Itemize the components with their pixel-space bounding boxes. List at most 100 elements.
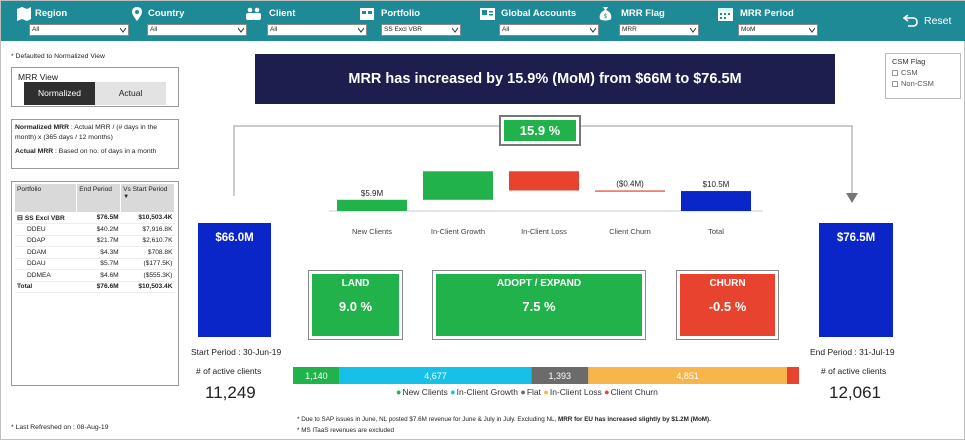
filter-portfolio-label: Portfolio: [381, 8, 421, 19]
table-cell-vs: $2,610.7K: [120, 235, 175, 247]
legend-item: ●Client Churn: [604, 387, 658, 397]
stack-segment[interactable]: [787, 367, 799, 384]
collapse-icon[interactable]: ⊟: [17, 215, 23, 222]
waterfall-value-label: $10.5M: [703, 180, 730, 189]
row-name: SS Excl VBR: [24, 214, 65, 222]
kpi-adopt-value: 7.5 %: [522, 299, 556, 314]
table-row[interactable]: DDMEA $4.6M ($555.3K): [15, 269, 175, 282]
waterfall-bar[interactable]: [595, 190, 665, 192]
csm-option-label: CSM: [901, 68, 918, 77]
waterfall-bar[interactable]: [337, 199, 407, 211]
waterfall-chart: $5.9MNew Clients$15.0MIn-Client Growth($…: [337, 169, 751, 236]
waterfall-bar[interactable]: [681, 191, 751, 211]
end-clients-label: # of active clients: [821, 366, 887, 376]
kpi-churn-fill: CHURN -0.5 %: [680, 274, 775, 336]
waterfall-value-label: $5.9M: [361, 189, 384, 198]
dashboard: Region All Country All Client All Portfo…: [0, 0, 965, 440]
definition-actual-text: : Based on no. of days in a month: [53, 148, 157, 155]
default-view-note: * Defaulted to Normalized View: [11, 53, 105, 60]
non-csm-option[interactable]: Non-CSM: [892, 79, 954, 88]
stack-segment-label: 1,140: [305, 371, 328, 381]
mrr-view-panel: MRR View Normalized Actual: [11, 67, 179, 107]
chevron-down-icon: [358, 27, 364, 33]
csm-flag-title: CSM Flag: [892, 57, 926, 66]
kpi-churn-title: CHURN: [709, 278, 746, 289]
waterfall-category-label: Client Churn: [609, 227, 651, 236]
footnote-sap-text: * Due to SAP issues in June, NL posted $…: [297, 416, 558, 423]
toggle-normalized[interactable]: Normalized: [24, 82, 95, 105]
col-header-end-period[interactable]: End Period: [76, 184, 122, 212]
table-row[interactable]: DDAM $4.3M $708.8K: [15, 246, 175, 259]
waterfall-bar[interactable]: [423, 171, 493, 200]
col-header-vs-start[interactable]: Vs Start Period ▼: [120, 184, 175, 212]
checkbox-icon: [892, 70, 898, 76]
end-mrr-bar: $76.5M: [819, 223, 893, 337]
filter-mrr-flag-value: MRR: [622, 26, 637, 33]
table-cell-vs: $10,503.4K: [120, 212, 175, 224]
col-header-portfolio[interactable]: Portfolio: [15, 184, 78, 212]
kpi-churn: CHURN -0.5 %: [676, 270, 779, 340]
client-legend: ●New Clients ●In-Client Growth ●Flat ●In…: [396, 387, 658, 397]
stack-segment-label: 4,677: [424, 371, 447, 381]
filter-region-select[interactable]: All: [29, 24, 129, 36]
footnote-itaas: * MS ITaaS revenues are excluded: [297, 427, 394, 434]
chevron-down-icon: [809, 27, 815, 33]
checkbox-icon: [892, 81, 898, 87]
table-cell-vs: ($177.5K): [120, 258, 175, 270]
mrr-view-title: MRR View: [18, 72, 58, 82]
legend-label: Client Churn: [610, 387, 658, 397]
toggle-actual[interactable]: Actual: [95, 82, 166, 105]
filter-mrr-flag-select[interactable]: MRR: [619, 24, 699, 36]
waterfall-category-label: New Clients: [352, 227, 392, 236]
kpi-adopt-fill: ADOPT / EXPAND 7.5 %: [436, 274, 642, 336]
legend-item: ●Flat: [520, 387, 541, 397]
legend-label: In-Client Growth: [456, 387, 519, 397]
portfolio-table: Portfolio End Period Vs Start Period ▼ ⊟ S…: [15, 184, 175, 293]
csm-option[interactable]: CSM: [892, 68, 954, 77]
filter-country-select[interactable]: All: [147, 24, 247, 36]
table-cell-end: $40.2M: [76, 223, 121, 236]
table-cell-end: $4.3M: [76, 246, 121, 259]
table-cell-end: $21.7M: [76, 235, 121, 247]
filter-client-label: Client: [269, 8, 296, 19]
table-cell-end: $5.7M: [76, 258, 121, 270]
arrow-down-icon: [846, 193, 858, 203]
table-cell-end: $4.6M: [76, 269, 121, 282]
filter-client-value: All: [270, 26, 278, 33]
kpi-churn-value: -0.5 %: [708, 299, 747, 314]
reset-icon: [903, 14, 918, 27]
waterfall-value-label: ($0.4M): [616, 179, 644, 188]
table-row[interactable]: ⊟ SS Excl VBR $76.5M $10,503.4K: [15, 212, 175, 224]
filter-portfolio-select[interactable]: SS Excl VBR: [381, 24, 461, 36]
legend-dot-icon: ●: [543, 387, 549, 397]
filter-mrr-period-select[interactable]: MoM: [738, 24, 818, 36]
filter-mrr-period-label: MRR Period: [740, 8, 794, 19]
legend-dot-icon: ●: [396, 387, 402, 397]
filter-country-label: Country: [148, 8, 185, 19]
filter-mrr-flag-label: MRR Flag: [621, 8, 665, 19]
table-cell-vs: $708.8K: [120, 246, 175, 259]
pct-change-value: 15.9 %: [504, 120, 576, 141]
filter-global-accounts-select[interactable]: All: [499, 24, 599, 36]
filter-region-value: All: [32, 26, 40, 33]
table-row[interactable]: DDEU $40.2M $7,916.8K: [15, 223, 175, 236]
waterfall-bar[interactable]: [509, 171, 579, 191]
table-cell-end: $76.5M: [76, 212, 121, 224]
kpi-land-fill: LAND 9.0 %: [312, 274, 399, 336]
filter-global-accounts-value: All: [502, 26, 510, 33]
table-cell-vs: $7,916.8K: [120, 223, 175, 236]
legend-dot-icon: ●: [604, 387, 610, 397]
table-row[interactable]: DDAU $5.7M ($177.5K): [15, 258, 175, 270]
footnote-sap: * Due to SAP issues in June, NL posted $…: [297, 416, 711, 423]
headline-banner: MRR has increased by 15.9% (MoM) from $6…: [255, 54, 835, 104]
table-cell-portfolio: DDEU: [15, 223, 77, 236]
end-period-label: End Period : 31-Jul-19: [810, 347, 895, 357]
table-cell-portfolio: Total: [15, 280, 77, 293]
filter-global-accounts-label: Global Accounts: [501, 8, 577, 19]
table-cell-vs: $10,503.4K: [120, 280, 175, 293]
accounts-icon: [480, 8, 495, 20]
definition-normalized-label: Normalized MRR: [15, 124, 70, 131]
filter-client-select[interactable]: All: [267, 24, 367, 36]
end-clients-count: 12,061: [829, 383, 881, 402]
table-row[interactable]: DDAP $21.7M $2,610.7K: [15, 235, 175, 247]
